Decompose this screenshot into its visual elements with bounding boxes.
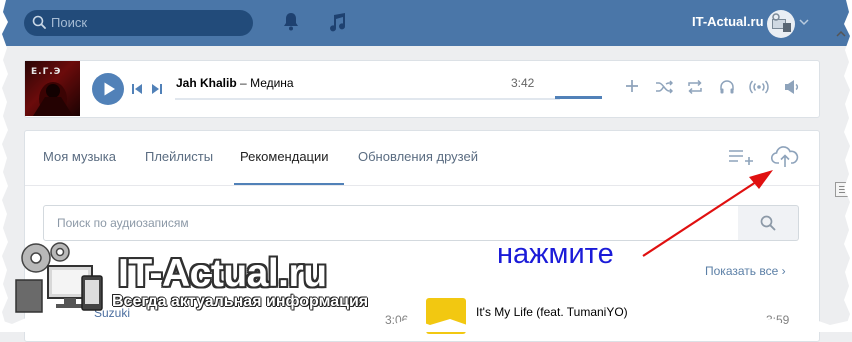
watermark-title: IT-Actual.ru	[118, 252, 327, 295]
site-logo	[15, 242, 103, 313]
watermark-subtitle: Всегда актуальная информация	[112, 293, 369, 310]
